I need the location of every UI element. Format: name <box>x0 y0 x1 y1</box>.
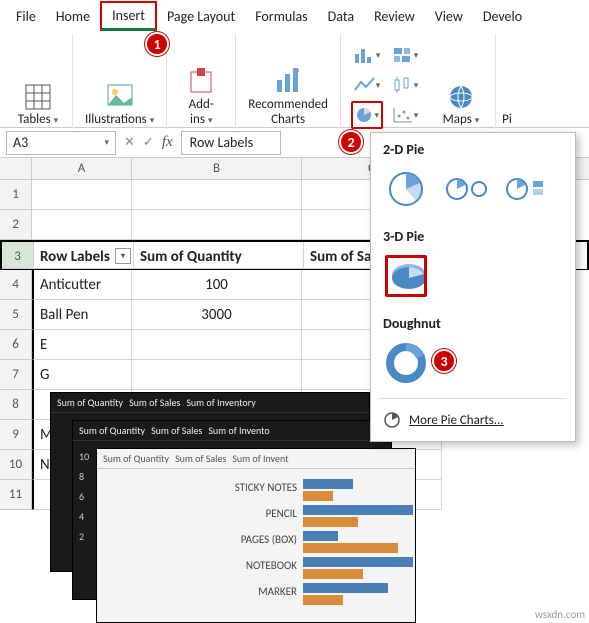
menu-section-3d-pie: 3-D Pie <box>371 220 575 249</box>
pivot-rowlabels-header[interactable]: Row Labels▾ <box>34 242 134 269</box>
row-7[interactable]: 7 <box>0 360 32 390</box>
doughnut-option[interactable] <box>385 342 427 384</box>
ribbon-insert: Tables ▾ Illustrations ▾ Add- ins ▾ ? Re… <box>0 28 589 128</box>
chart-type-grid: ▾ ▾ ▾ ▾ ▾ ▾ <box>349 41 427 129</box>
pie-chart-icon <box>383 411 401 429</box>
maps-label: Maps <box>443 112 472 127</box>
picture-icon <box>106 83 134 111</box>
chevron-down-icon: ▾ <box>104 137 109 148</box>
insert-scatter-chart-button[interactable]: ▾ <box>389 101 421 129</box>
tables-button[interactable]: Tables ▾ <box>12 41 64 129</box>
table-icon <box>24 83 52 111</box>
illustrations-button[interactable]: Illustrations ▾ <box>81 41 158 129</box>
col-B[interactable]: B <box>132 158 302 179</box>
tab-view[interactable]: View <box>425 4 473 29</box>
row-4[interactable]: 4 <box>0 270 32 300</box>
pie-3d-option[interactable] <box>385 255 427 297</box>
insert-statistic-chart-button[interactable]: ▾ <box>389 71 421 99</box>
globe-icon <box>447 83 475 111</box>
row-2[interactable]: 2 <box>0 210 32 240</box>
row-1[interactable]: 1 <box>0 180 32 210</box>
tab-data[interactable]: Data <box>318 4 364 29</box>
select-all-corner[interactable] <box>0 158 32 179</box>
confirm-icon[interactable]: ✓ <box>143 135 154 150</box>
maps-button[interactable]: Maps ▾ <box>435 41 487 129</box>
more-pie-charts-label: More Pie Charts... <box>409 413 504 428</box>
pivotchart-button[interactable]: Pi <box>498 41 516 129</box>
tab-formulas[interactable]: Formulas <box>245 4 317 29</box>
row-3[interactable]: 3 <box>2 242 34 269</box>
pie-of-pie-option[interactable] <box>445 168 487 210</box>
name-box-value: A3 <box>13 134 28 151</box>
recommended-charts-icon: ? <box>273 66 303 96</box>
tables-label: Tables <box>18 112 51 127</box>
tab-review[interactable]: Review <box>364 4 425 29</box>
svg-text:?: ? <box>295 66 300 79</box>
pivotchart-label: Pi <box>502 113 512 127</box>
row-11[interactable]: 11 <box>0 480 32 510</box>
row-5[interactable]: 5 <box>0 300 32 330</box>
illustrations-label: Illustrations <box>85 112 147 127</box>
row-8[interactable]: 8 <box>0 390 32 420</box>
tab-home[interactable]: Home <box>46 4 100 29</box>
chart-preview-3[interactable]: Sum of QuantitySum of SalesSum of Invent… <box>96 448 416 623</box>
chart-preview-stack: Sum of QuantitySum of SalesSum of Invent… <box>50 392 390 622</box>
insert-pie-chart-button[interactable]: ▾ <box>351 101 383 129</box>
insert-line-chart-button[interactable]: ▾ <box>351 71 383 99</box>
fx-icon[interactable]: fx <box>162 134 173 151</box>
pie-chart-menu: 2-D Pie 3-D Pie Doughnut More Pie Charts… <box>370 132 576 442</box>
pie-2d-option[interactable] <box>385 168 427 210</box>
tab-developer[interactable]: Develo <box>473 4 532 29</box>
menu-section-doughnut: Doughnut <box>371 307 575 336</box>
more-pie-charts[interactable]: More Pie Charts... <box>371 403 575 437</box>
row-6[interactable]: 6 <box>0 330 32 360</box>
tab-insert[interactable]: Insert <box>100 1 157 31</box>
callout-badge-1: 1 <box>145 32 169 56</box>
formula-input[interactable]: Row Labels <box>181 131 281 155</box>
menu-section-2d-pie: 2-D Pie <box>371 133 575 162</box>
watermark: wsxdn.com <box>535 608 585 621</box>
insert-column-chart-button[interactable]: ▾ <box>351 41 383 69</box>
callout-badge-3: 3 <box>432 349 456 373</box>
cancel-icon[interactable]: ✕ <box>124 135 135 150</box>
addins-icon <box>187 68 215 96</box>
name-box[interactable]: A3 ▾ <box>6 131 116 155</box>
filter-dropdown-icon[interactable]: ▾ <box>115 248 131 264</box>
tab-file[interactable]: File <box>6 4 46 29</box>
callout-badge-2: 2 <box>339 130 363 154</box>
pivot-sumqty-header[interactable]: Sum of Quantity <box>134 242 304 269</box>
row-10[interactable]: 10 <box>0 450 32 480</box>
recommended-charts-button[interactable]: ? Recommended Charts <box>244 41 332 129</box>
col-A[interactable]: A <box>32 158 132 179</box>
ribbon-tabs: File Home Insert Page Layout Formulas Da… <box>0 0 589 28</box>
row-9[interactable]: 9 <box>0 420 32 450</box>
insert-hierarchy-chart-button[interactable]: ▾ <box>389 41 421 69</box>
bar-of-pie-option[interactable] <box>505 168 547 210</box>
tab-pagelayout[interactable]: Page Layout <box>157 4 245 29</box>
addins-button[interactable]: Add- ins ▾ <box>175 41 227 129</box>
recommended-charts-label: Recommended Charts <box>248 98 328 127</box>
